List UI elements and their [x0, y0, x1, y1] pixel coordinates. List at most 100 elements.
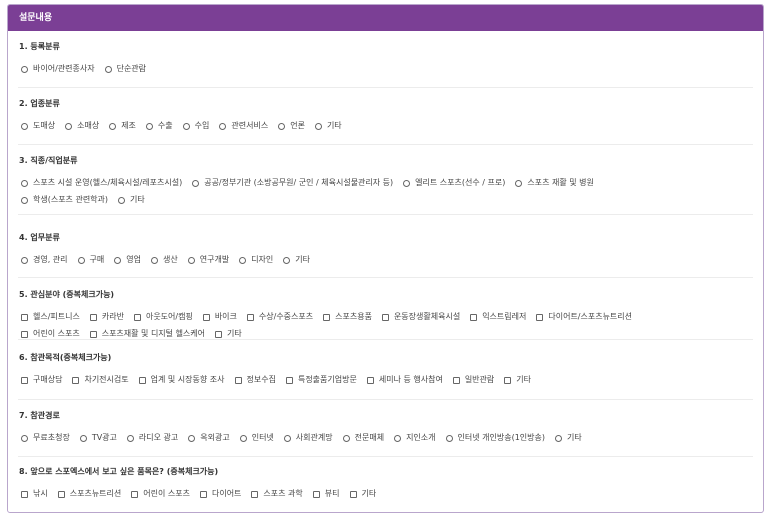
radio-option[interactable]: 기타	[281, 254, 310, 266]
radio-circle-icon[interactable]	[342, 434, 350, 442]
checkbox-option[interactable]: 스포츠 과학	[249, 488, 303, 500]
radio-circle-icon[interactable]	[21, 65, 28, 73]
checkbox-square-icon[interactable]	[133, 313, 141, 321]
radio-option[interactable]: 엘리트 스포츠(선수 / 프로)	[401, 177, 505, 189]
radio-circle-icon[interactable]	[65, 122, 73, 130]
radio-option[interactable]: 인터넷 개인방송(1인방송)	[444, 432, 545, 444]
radio-option[interactable]: 구매	[76, 254, 104, 266]
checkbox-square-icon[interactable]	[452, 376, 460, 384]
checkbox-option[interactable]: 낚시	[19, 488, 48, 500]
radio-circle-icon[interactable]	[192, 179, 200, 187]
radio-circle-icon[interactable]	[394, 434, 402, 442]
checkbox-square-icon[interactable]	[366, 376, 374, 384]
radio-option[interactable]: 라디오 광고	[125, 432, 178, 444]
checkbox-option[interactable]: 세미나 등 행사참여	[365, 374, 443, 386]
checkbox-option[interactable]: 다이어트/스포츠뉴트리션	[534, 311, 632, 323]
radio-circle-icon[interactable]	[21, 122, 28, 130]
radio-option[interactable]: 학생(스포츠 관련학과)	[19, 194, 108, 206]
checkbox-option[interactable]: 정보수집	[233, 374, 276, 386]
checkbox-square-icon[interactable]	[21, 490, 28, 498]
radio-option[interactable]: 연구개발	[186, 254, 229, 266]
radio-option[interactable]: 관련서비스	[217, 120, 268, 132]
checkbox-square-icon[interactable]	[57, 490, 65, 498]
radio-circle-icon[interactable]	[118, 196, 126, 204]
checkbox-square-icon[interactable]	[234, 376, 242, 384]
checkbox-square-icon[interactable]	[381, 313, 389, 321]
checkbox-option[interactable]: 뷰티	[311, 488, 340, 500]
radio-option[interactable]: 인터넷	[238, 432, 274, 444]
radio-circle-icon[interactable]	[278, 122, 286, 130]
radio-option[interactable]: 경영, 관리	[19, 254, 68, 266]
radio-circle-icon[interactable]	[239, 256, 247, 264]
radio-option[interactable]: 전문매체	[341, 432, 384, 444]
checkbox-option[interactable]: 다이어트	[198, 488, 241, 500]
checkbox-option[interactable]: 바이크	[201, 311, 237, 323]
radio-circle-icon[interactable]	[21, 434, 28, 442]
radio-circle-icon[interactable]	[515, 179, 523, 187]
checkbox-option[interactable]: 구매상담	[19, 374, 62, 386]
radio-option[interactable]: 소매상	[63, 120, 99, 132]
radio-circle-icon[interactable]	[314, 122, 322, 130]
radio-option[interactable]: 기타	[553, 432, 582, 444]
radio-option[interactable]: 바이어/관련종사자	[19, 63, 95, 75]
radio-circle-icon[interactable]	[126, 434, 134, 442]
radio-option[interactable]: 디자인	[237, 254, 273, 266]
radio-circle-icon[interactable]	[445, 434, 453, 442]
radio-option[interactable]: 무료초청장	[19, 432, 70, 444]
checkbox-square-icon[interactable]	[21, 313, 28, 321]
radio-circle-icon[interactable]	[283, 434, 291, 442]
checkbox-option[interactable]: 차기전시검토	[70, 374, 129, 386]
checkbox-option[interactable]: 일반관람	[451, 374, 494, 386]
checkbox-option[interactable]: 기타	[348, 488, 376, 500]
checkbox-option[interactable]: 수상/수중스포츠	[245, 311, 313, 323]
radio-option[interactable]: 생산	[149, 254, 178, 266]
checkbox-square-icon[interactable]	[323, 313, 331, 321]
radio-option[interactable]: 단순관람	[103, 63, 146, 75]
checkbox-option[interactable]: 아웃도어/캠핑	[132, 311, 193, 323]
radio-circle-icon[interactable]	[555, 434, 562, 442]
checkbox-square-icon[interactable]	[199, 490, 207, 498]
radio-circle-icon[interactable]	[403, 179, 411, 187]
radio-option[interactable]: 공공/정부기관 (소방공무원/ 군인 / 체육시설물관리자 등)	[190, 177, 393, 189]
checkbox-option[interactable]: 헬스/피트니스	[19, 311, 80, 323]
radio-option[interactable]: TV광고	[78, 432, 117, 444]
radio-circle-icon[interactable]	[182, 122, 190, 130]
checkbox-square-icon[interactable]	[215, 330, 223, 338]
checkbox-option[interactable]: 익스트림레저	[468, 311, 526, 323]
checkbox-option[interactable]: 업계 및 시장동향 조사	[137, 374, 225, 386]
radio-option[interactable]: 기타	[313, 120, 342, 132]
radio-option[interactable]: 스포츠 재활 및 병원	[513, 177, 594, 189]
radio-circle-icon[interactable]	[239, 434, 247, 442]
checkbox-option[interactable]: 특정출품기업방문	[284, 374, 357, 386]
checkbox-square-icon[interactable]	[246, 313, 254, 321]
radio-circle-icon[interactable]	[187, 256, 195, 264]
radio-option[interactable]: 영업	[112, 254, 141, 266]
radio-circle-icon[interactable]	[104, 65, 112, 73]
checkbox-option[interactable]: 스포츠뉴트리션	[56, 488, 121, 500]
radio-option[interactable]: 수입	[181, 120, 209, 132]
radio-option[interactable]: 지인소개	[392, 432, 436, 444]
checkbox-square-icon[interactable]	[536, 313, 544, 321]
checkbox-option[interactable]: 스포츠용품	[321, 311, 372, 323]
checkbox-square-icon[interactable]	[470, 313, 478, 321]
checkbox-square-icon[interactable]	[251, 490, 259, 498]
checkbox-square-icon[interactable]	[504, 376, 512, 384]
radio-circle-icon[interactable]	[114, 256, 122, 264]
checkbox-square-icon[interactable]	[312, 490, 320, 498]
checkbox-square-icon[interactable]	[285, 376, 293, 384]
radio-option[interactable]: 스포츠 시설 운영(헬스/체육시설/레포츠시설)	[19, 177, 182, 189]
checkbox-square-icon[interactable]	[131, 490, 139, 498]
checkbox-square-icon[interactable]	[89, 330, 97, 338]
checkbox-option[interactable]: 기타	[502, 374, 531, 386]
checkbox-square-icon[interactable]	[202, 313, 210, 321]
radio-circle-icon[interactable]	[283, 256, 291, 264]
checkbox-option[interactable]: 어린이 스포츠	[129, 488, 190, 500]
radio-circle-icon[interactable]	[145, 122, 153, 130]
radio-option[interactable]: 도매상	[19, 120, 55, 132]
checkbox-square-icon[interactable]	[72, 376, 80, 384]
radio-option[interactable]: 기타	[116, 194, 145, 206]
radio-circle-icon[interactable]	[21, 196, 28, 204]
checkbox-option[interactable]: 카라반	[88, 311, 124, 323]
radio-circle-icon[interactable]	[219, 122, 227, 130]
radio-circle-icon[interactable]	[21, 256, 28, 264]
